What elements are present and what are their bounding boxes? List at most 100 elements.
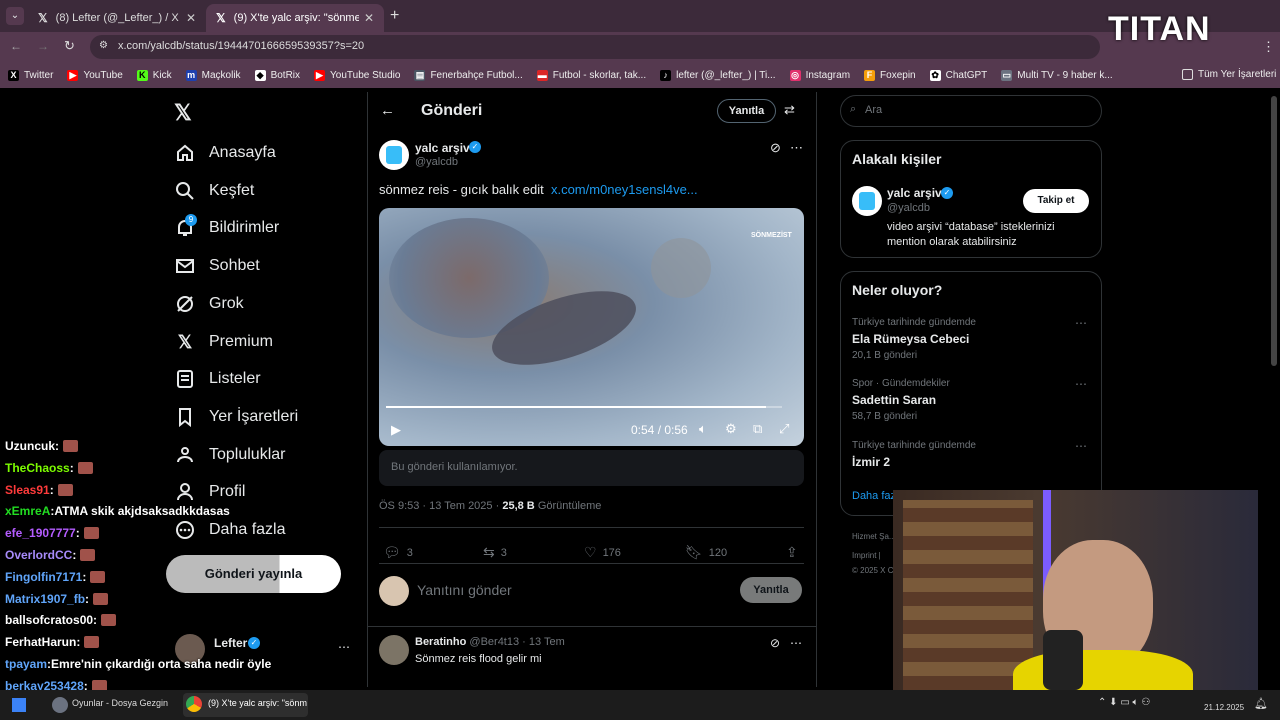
bookmark-action[interactable]: 🔖︎ 120 <box>685 544 727 561</box>
url-field[interactable]: ⚙ x.com/yalcdb/status/1944470166659539357… <box>90 35 1100 59</box>
trend-more-icon[interactable]: ⋯ <box>1075 316 1087 330</box>
tab-list-icon[interactable]: ⌄ <box>6 7 24 25</box>
grok-icon[interactable]: ⊘ <box>770 636 780 650</box>
volume-icon[interactable]: 🔈︎ <box>699 421 707 437</box>
forward-icon[interactable]: → <box>37 39 49 53</box>
chrome-icon <box>186 696 202 712</box>
nav-item-grok[interactable]: Grok <box>174 293 244 315</box>
reply-submit-button[interactable]: Yanıtla <box>740 577 802 603</box>
tray-icons[interactable]: ⌃ ⬇ ▭ 🔈︎ ⚇ <box>1098 697 1150 708</box>
like-action[interactable]: ♡ 176 <box>584 544 621 561</box>
bookmark[interactable]: ♪ lefter (@_lefter_) | Ti... <box>660 69 776 81</box>
nav-item-premium[interactable]: 𝕏 Premium <box>174 331 273 353</box>
explorer-icon[interactable] <box>52 697 68 713</box>
nav-item-notifications[interactable]: 9 Bildirimler <box>174 214 279 239</box>
browser-tab-1[interactable]: 𝕏 (8) Lefter (@_Lefter_) / X ✕ <box>28 4 206 32</box>
trend-more-icon[interactable]: ⋯ <box>1075 439 1087 453</box>
nav-item-profile[interactable]: Profil <box>174 481 245 503</box>
bookmark[interactable]: ▭ Multi TV - 9 haber k... <box>1001 69 1113 81</box>
bookmark[interactable]: K Kick <box>136 69 172 81</box>
nav-label: Keşfet <box>209 182 255 199</box>
bookmark[interactable]: ▬ Futbol - skorlar, tak... <box>536 69 646 81</box>
close-icon[interactable]: ✕ <box>364 11 374 25</box>
folder-icon <box>1182 69 1193 80</box>
play-icon[interactable]: ▶ <box>391 422 401 438</box>
trend-item[interactable]: Spor · Gündemdekiler Sadettin Saran 58,7 B… <box>852 378 950 422</box>
taskbar-explorer[interactable]: Oyunlar - Dosya Gezgin <box>72 698 168 708</box>
sliders-icon[interactable]: ⇄ <box>784 102 795 118</box>
chat-message: Fingolfin7171 : <box>5 570 106 584</box>
nav-item-home[interactable]: Anasayfa <box>174 142 276 164</box>
reply-action[interactable]: 💬︎ 3 <box>383 544 413 561</box>
notifications-icon[interactable]: 🔔︎ <box>1254 697 1268 710</box>
trend-item[interactable]: Türkiye tarihinde gündemde İzmir 2 <box>852 440 976 469</box>
author-avatar[interactable] <box>379 140 409 170</box>
video-progress-track[interactable] <box>386 406 782 408</box>
nav-item-communities[interactable]: Topluluklar <box>174 444 285 466</box>
settings-icon[interactable]: ⚙ <box>725 421 737 437</box>
grok-icon[interactable]: ⊘ <box>770 140 781 156</box>
video-player[interactable]: SÖNMEZİST ▶ 0:54 / 0:56 🔈︎ ⚙ ⧉ ⤢ <box>379 208 804 446</box>
reload-icon[interactable]: ↻ <box>64 38 75 54</box>
emote-icon <box>83 527 99 540</box>
nav-item-lists[interactable]: Listeler <box>174 368 261 390</box>
account-name[interactable]: Lefter <box>214 636 247 650</box>
nav-item-explore[interactable]: Keşfet <box>174 180 254 202</box>
emote-icon <box>63 440 79 452</box>
bookmark[interactable]: ▶ YouTube Studio <box>314 69 400 81</box>
nav-item-bookmarks[interactable]: Yer İşaretleri <box>174 406 298 428</box>
bookmark[interactable]: F Foxepin <box>864 69 916 81</box>
close-icon[interactable]: ✕ <box>186 11 196 25</box>
youtube-icon: ▶ <box>67 69 79 81</box>
x-logo-icon[interactable]: 𝕏 <box>174 100 192 126</box>
scrollbar[interactable] <box>1271 96 1277 366</box>
more-icon[interactable]: ⋯ <box>790 140 803 156</box>
bookmark[interactable]: ▤ Fenerbahçe Futbol... <box>414 69 523 81</box>
bookmark[interactable]: ◆ BotRix <box>254 69 300 81</box>
chat-username: xEmreA <box>5 504 51 519</box>
related-avatar[interactable] <box>852 186 882 216</box>
nav-item-messages[interactable]: Sohbet <box>174 255 260 277</box>
author-name[interactable]: yalc arşiv <box>415 141 470 155</box>
nav-item-more[interactable]: Daha fazla <box>174 519 286 541</box>
related-handle: @yalcdb <box>887 202 930 214</box>
chat-message: TheChaoss : <box>5 461 93 475</box>
follow-button[interactable]: Takip et <box>1023 189 1089 213</box>
bookmark[interactable]: ✿ ChatGPT <box>929 69 987 81</box>
fullscreen-icon[interactable]: ⤢ <box>779 421 789 437</box>
more-icon[interactable]: ⋯ <box>790 636 802 650</box>
back-arrow-icon[interactable]: ← <box>380 102 395 119</box>
reply-compose-field[interactable]: Yanıtını gönder <box>417 582 512 598</box>
x-logo-icon: 𝕏 <box>38 11 48 25</box>
new-tab-icon[interactable]: + <box>390 7 399 25</box>
chat-separator: : <box>69 460 74 475</box>
post-button[interactable]: Gönderi yayınla <box>166 555 341 593</box>
all-bookmarks[interactable]: Tüm Yer İşaretleri <box>1182 69 1276 80</box>
footer-link[interactable]: Hizmet Şa... <box>852 532 896 541</box>
reply-avatar[interactable] <box>379 635 409 665</box>
trend-more-icon[interactable]: ⋯ <box>1075 377 1087 391</box>
bookmark[interactable]: X Twitter <box>8 69 53 81</box>
reply-name[interactable]: Beratinho <box>415 636 466 648</box>
repost-action[interactable]: ⇆ 3 <box>483 544 507 561</box>
menu-icon[interactable]: ⋮ <box>1262 39 1275 55</box>
search-input[interactable]: ⌕ Ara <box>840 95 1102 127</box>
footer-link[interactable]: Imprint | <box>852 551 881 560</box>
trend-item[interactable]: Türkiye tarihinde gündemde Ela Rümeysa Ce… <box>852 317 976 361</box>
related-name[interactable]: yalc arşiv <box>887 186 942 200</box>
site-settings-icon[interactable]: ⚙ <box>99 40 108 51</box>
post-link[interactable]: x.com/m0ney1sensl4ve... <box>551 182 698 197</box>
start-icon[interactable] <box>12 698 26 712</box>
bookmark[interactable]: ◎ Instagram <box>789 69 850 81</box>
pip-icon[interactable]: ⧉ <box>753 421 762 437</box>
share-action[interactable]: ⇪ <box>786 544 798 561</box>
bookmark[interactable]: m Maçkolik <box>185 69 241 81</box>
webcam-overlay <box>893 490 1258 696</box>
nav-label: Daha fazla <box>209 521 286 538</box>
reply-header-button[interactable]: Yanıtla <box>717 99 776 123</box>
author-handle[interactable]: @yalcdb <box>415 156 458 168</box>
account-more-icon[interactable]: ⋯ <box>338 640 350 654</box>
bookmark[interactable]: ▶ YouTube <box>67 69 123 81</box>
browser-tab-2[interactable]: 𝕏 (9) X'te yalc arşiv: "sönmez reis ✕ <box>206 4 384 32</box>
back-icon[interactable]: ← <box>10 39 22 53</box>
